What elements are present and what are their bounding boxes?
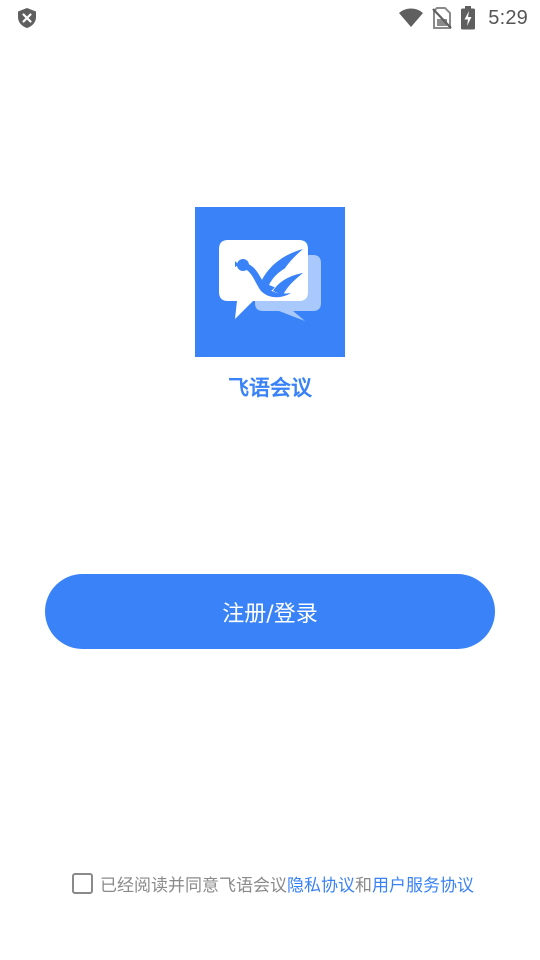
- status-time: 5:29: [488, 6, 528, 29]
- agreement-conjunction: 和: [355, 875, 372, 896]
- wifi-icon: [398, 8, 424, 28]
- agreement-row: 已经阅读并同意飞语会议 隐私协议 和 用户服务协议: [72, 870, 474, 896]
- shield-x-icon: [16, 7, 38, 29]
- agreement-checkbox[interactable]: [72, 872, 93, 894]
- agreement-text: 已经阅读并同意飞语会议: [100, 875, 287, 896]
- no-sim-icon: [432, 6, 453, 30]
- status-bar: 5:29: [0, 0, 540, 36]
- app-name: 飞语会议: [228, 376, 312, 400]
- privacy-policy-link[interactable]: 隐私协议: [287, 871, 355, 896]
- app-screen: 5:29 飞语会议 注册/登录 已经阅读并同意飞语会议 隐私协议 和 用户服务协…: [0, 0, 540, 960]
- user-service-agreement-link[interactable]: 用户服务协议: [372, 871, 474, 896]
- register-login-button[interactable]: 注册/登录: [45, 574, 495, 649]
- battery-charging-icon: [460, 6, 476, 30]
- status-icons: 5:29: [398, 4, 528, 32]
- bird-chat-bubble-logo-icon: [195, 207, 345, 357]
